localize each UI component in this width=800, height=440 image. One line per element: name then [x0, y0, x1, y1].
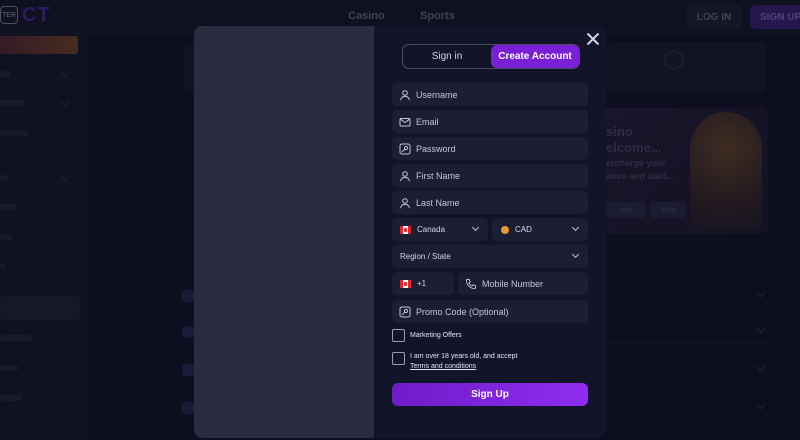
user-icon	[399, 197, 411, 209]
currency-value: CAD	[515, 225, 532, 234]
user-icon	[399, 89, 411, 101]
close-icon[interactable]	[586, 32, 600, 46]
region-placeholder: Region / State	[400, 252, 451, 261]
currency-select[interactable]: CAD	[492, 218, 588, 241]
sign-up-button[interactable]: Sign Up	[392, 383, 588, 406]
auth-tabs: Sign in Create Account	[402, 44, 580, 69]
tab-sign-in[interactable]: Sign in	[403, 45, 491, 68]
mobile-input[interactable]	[482, 278, 582, 289]
username-field[interactable]	[392, 83, 588, 106]
key-icon	[399, 143, 411, 155]
marketing-row: Marketing Offers	[392, 329, 462, 342]
mobile-field[interactable]	[458, 272, 588, 295]
email-input[interactable]	[416, 116, 566, 127]
region-select[interactable]: Region / State	[392, 245, 588, 268]
modal-side-image	[194, 26, 374, 438]
tab-create-account[interactable]: Create Account	[491, 45, 579, 68]
chevron-down-icon	[571, 223, 580, 232]
marketing-checkbox[interactable]	[392, 329, 405, 342]
canada-flag-icon	[400, 225, 411, 234]
age-terms-checkbox[interactable]	[392, 352, 405, 365]
marketing-label: Marketing Offers	[410, 332, 462, 339]
age-terms-text: I am over 18 years old, and accept Terms…	[410, 352, 517, 372]
age-label: I am over 18 years old, and accept	[410, 353, 518, 360]
country-select[interactable]: Canada	[392, 218, 488, 241]
phone-icon	[465, 278, 477, 290]
terms-link[interactable]: Terms and conditions	[410, 362, 517, 372]
last-name-field[interactable]	[392, 191, 588, 214]
chevron-down-icon	[471, 223, 480, 232]
first-name-field[interactable]	[392, 164, 588, 187]
first-name-input[interactable]	[416, 170, 566, 181]
phone-code-value: +1	[417, 279, 427, 288]
envelope-icon	[399, 116, 411, 128]
signup-modal: Sign in Create Account Username Email Fi…	[194, 26, 606, 438]
coin-icon	[501, 225, 509, 234]
phone-code-select[interactable]: +1	[392, 272, 454, 295]
chevron-down-icon	[571, 250, 580, 259]
promo-field[interactable]	[392, 300, 588, 323]
user-icon	[399, 170, 411, 182]
country-value: Canada	[417, 225, 446, 234]
password-field[interactable]	[392, 137, 588, 160]
age-terms-row: I am over 18 years old, and accept Terms…	[392, 352, 517, 372]
promo-input[interactable]	[416, 306, 566, 317]
canada-flag-icon	[400, 279, 411, 288]
password-input[interactable]	[416, 143, 566, 154]
email-field[interactable]	[392, 110, 588, 133]
last-name-input[interactable]	[416, 197, 566, 208]
username-input[interactable]	[416, 89, 566, 100]
tag-icon	[399, 306, 411, 318]
